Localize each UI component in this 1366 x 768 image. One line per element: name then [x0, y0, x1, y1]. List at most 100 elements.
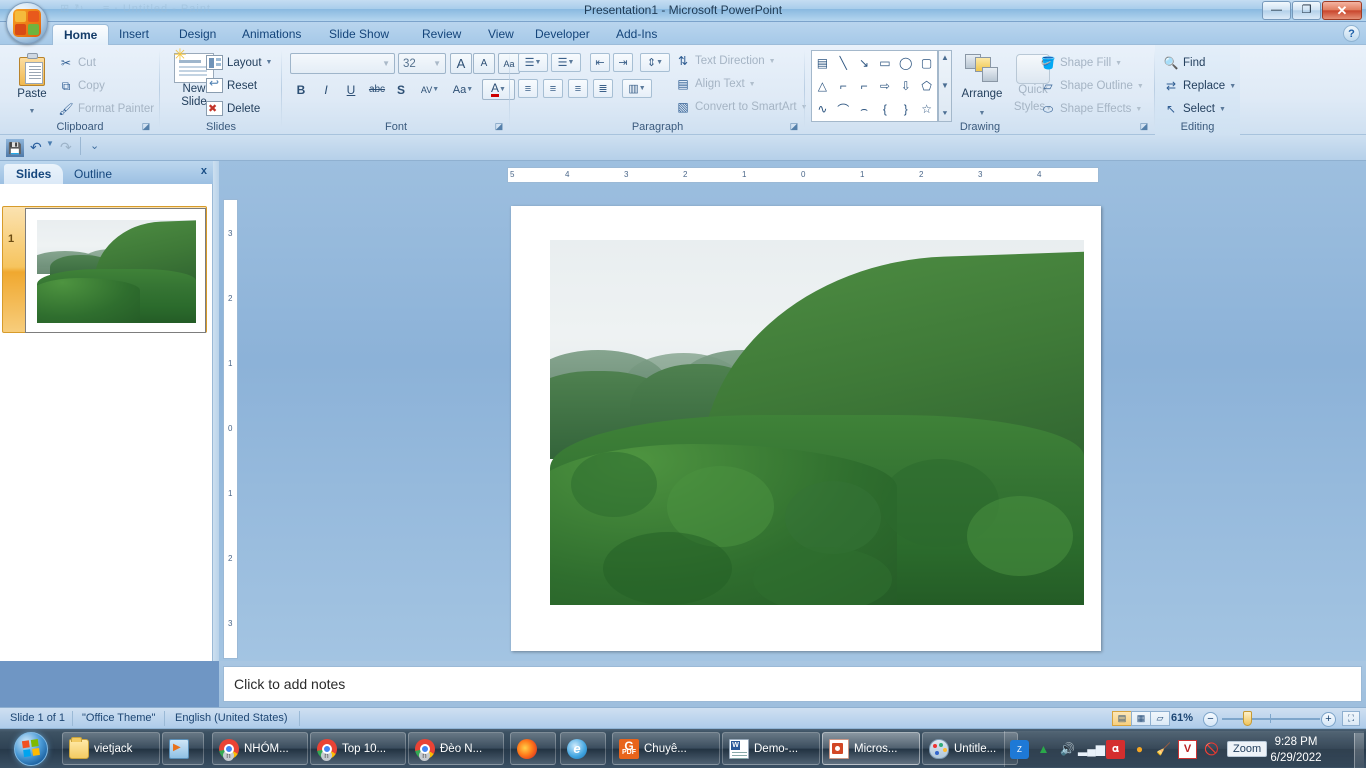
network-icon[interactable]: ▂▄▆	[1078, 740, 1105, 759]
paste-button[interactable]: Paste ▼	[10, 51, 54, 125]
redo-button[interactable]: ↷	[60, 139, 72, 156]
align-left-button[interactable]: ≡	[518, 79, 538, 98]
v-icon[interactable]: V	[1178, 739, 1197, 759]
numbering-button[interactable]: ☰ ▼	[551, 53, 581, 72]
align-text-button[interactable]: ▤ Align Text ▼	[675, 76, 756, 92]
bold-button[interactable]: B	[290, 79, 312, 100]
view-normal-button[interactable]: ▤	[1112, 711, 1132, 726]
tab-home[interactable]: Home	[52, 24, 110, 45]
shrink-font-button[interactable]: A	[473, 53, 495, 74]
font-dialog-launcher[interactable]: ◪	[493, 120, 505, 132]
shape-scribble-icon[interactable]: ∿	[812, 98, 833, 121]
undo-dropdown[interactable]: ▼	[46, 139, 54, 148]
tab-developer[interactable]: Developer	[524, 24, 601, 45]
font-name-dropdown-icon[interactable]: ▼	[382, 59, 390, 68]
tab-slide-show[interactable]: Slide Show	[318, 24, 400, 45]
zoom-level-label[interactable]: 61%	[1171, 712, 1193, 724]
zalo-icon[interactable]: Z	[1010, 739, 1029, 759]
cleaner-icon[interactable]: 🧹	[1154, 740, 1173, 759]
fit-to-window-button[interactable]: ⛶	[1342, 711, 1360, 726]
taskbar-item-pdf[interactable]: PDF Chuyê...	[612, 732, 720, 765]
scroll-up-icon[interactable]: ▲	[941, 53, 949, 62]
shape-down-arrow-icon[interactable]: ⇩	[895, 74, 916, 97]
tab-outline[interactable]: Outline	[62, 164, 124, 184]
clock[interactable]: 9:28 PM 6/29/2022	[1250, 734, 1342, 766]
taskbar-item-internet-explorer[interactable]: e	[560, 732, 606, 765]
tab-view[interactable]: View	[477, 24, 525, 45]
slide-thumbnail-list[interactable]: 1	[0, 184, 213, 661]
shapes-gallery[interactable]: ▤ ╲ ↘ ▭ ◯ ▢ △ ⌐ ⌐ ⇨ ⇩ ⬠ ∿ ⌒ ⌢ { } ☆	[811, 50, 938, 122]
save-button[interactable]: 💾	[6, 139, 24, 157]
vertical-ruler[interactable]: 3 2 1 0 1 2 3	[223, 199, 238, 659]
shape-elbow-connector-icon[interactable]: ⌐	[833, 74, 854, 97]
font-size-input[interactable]: 32 ▼	[398, 53, 446, 74]
align-center-button[interactable]: ≡	[543, 79, 563, 98]
grow-font-button[interactable]: A	[450, 53, 472, 74]
tab-review[interactable]: Review	[411, 24, 472, 45]
shadow-button[interactable]: S	[390, 79, 412, 100]
taskbar-item-firefox[interactable]	[510, 732, 556, 765]
show-desktop-button[interactable]	[1354, 733, 1364, 768]
shape-fill-dropdown-icon[interactable]: ▼	[1115, 60, 1122, 67]
shape-elbow-arrow-icon[interactable]: ⌐	[854, 74, 875, 97]
font-size-dropdown-icon[interactable]: ▼	[433, 59, 441, 68]
taskbar-item-chrome-deo[interactable]: h Đèo N...	[408, 732, 504, 765]
shape-rounded-rect-icon[interactable]: ▢	[916, 51, 937, 74]
increase-indent-button[interactable]: ⇥	[613, 53, 633, 72]
close-pane-icon[interactable]: x	[201, 165, 207, 177]
volume-icon[interactable]: 🔊	[1058, 740, 1077, 759]
shape-star-icon[interactable]: ☆	[916, 98, 937, 121]
taskbar-item-chrome-top10[interactable]: h Top 10...	[310, 732, 406, 765]
horizontal-ruler[interactable]: 5 4 3 2 1 0 1 2 3 4	[507, 167, 1099, 183]
view-slideshow-button[interactable]: ▱	[1150, 711, 1170, 726]
shape-fill-button[interactable]: 🪣 Shape Fill ▼	[1040, 55, 1123, 71]
align-text-dropdown-icon[interactable]: ▼	[749, 81, 756, 88]
shape-curve-icon[interactable]: ⌒	[833, 98, 854, 121]
scroll-more-icon[interactable]: ⯆	[942, 109, 948, 119]
columns-button[interactable]: ▥ ▼	[622, 79, 652, 98]
scroll-down-icon[interactable]: ▼	[941, 81, 949, 90]
shape-line-icon[interactable]: ╲	[833, 51, 854, 74]
shape-effects-dropdown-icon[interactable]: ▼	[1135, 106, 1142, 113]
shapes-gallery-scrollbar[interactable]: ▲ ▼ ⯆	[938, 50, 952, 122]
start-button[interactable]	[4, 729, 58, 768]
shape-textbox-icon[interactable]: ▤	[812, 51, 833, 74]
drawing-dialog-launcher[interactable]: ◪	[1138, 120, 1150, 132]
italic-button[interactable]: I	[315, 79, 337, 100]
paste-dropdown-icon[interactable]: ▼	[29, 108, 36, 115]
select-dropdown-icon[interactable]: ▼	[1219, 106, 1226, 113]
tab-animations[interactable]: Animations	[231, 24, 312, 45]
zoom-slider-thumb[interactable]	[1243, 711, 1252, 726]
tab-design[interactable]: Design	[168, 24, 227, 45]
shape-outline-dropdown-icon[interactable]: ▼	[1137, 83, 1144, 90]
unikey-icon[interactable]: ●	[1130, 740, 1149, 759]
slide-image-landscape[interactable]	[550, 240, 1084, 605]
avira-icon[interactable]: 𝛂	[1106, 739, 1125, 759]
shape-cloud-icon[interactable]: ⬠	[916, 74, 937, 97]
undo-button[interactable]: ↶	[30, 139, 42, 156]
replace-dropdown-icon[interactable]: ▼	[1229, 83, 1236, 90]
justify-button[interactable]: ≣	[593, 79, 613, 98]
taskbar-item-word[interactable]: Demo-...	[722, 732, 820, 765]
copy-button[interactable]: ⧉ Copy	[58, 78, 105, 94]
font-name-input[interactable]: ▼	[290, 53, 395, 74]
tab-slides[interactable]: Slides	[4, 164, 64, 184]
change-case-button[interactable]: Aa ▼	[448, 79, 478, 100]
shape-right-arrow-icon[interactable]: ⇨	[875, 74, 896, 97]
view-sorter-button[interactable]: ▦	[1131, 711, 1151, 726]
align-right-button[interactable]: ≡	[568, 79, 588, 98]
shape-left-brace-icon[interactable]: {	[875, 98, 896, 121]
taskbar-item-vietjack[interactable]: vietjack	[62, 732, 160, 765]
help-icon[interactable]: ?	[1343, 25, 1360, 42]
text-direction-dropdown-icon[interactable]: ▼	[769, 58, 776, 65]
close-button[interactable]: ✕	[1322, 1, 1362, 20]
delete-slide-button[interactable]: Delete	[206, 101, 260, 116]
zoom-out-button[interactable]: −	[1203, 712, 1218, 727]
line-spacing-button[interactable]: ⇕ ▼	[640, 53, 670, 72]
restore-button[interactable]: ❐	[1292, 1, 1321, 20]
clipboard-dialog-launcher[interactable]: ◪	[140, 120, 152, 132]
tab-add-ins[interactable]: Add-Ins	[605, 24, 668, 45]
taskbar-item-powerpoint[interactable]: Micros...	[822, 732, 920, 765]
text-direction-button[interactable]: ⇅ Text Direction ▼	[675, 53, 776, 69]
shape-right-brace-icon[interactable]: }	[895, 98, 916, 121]
